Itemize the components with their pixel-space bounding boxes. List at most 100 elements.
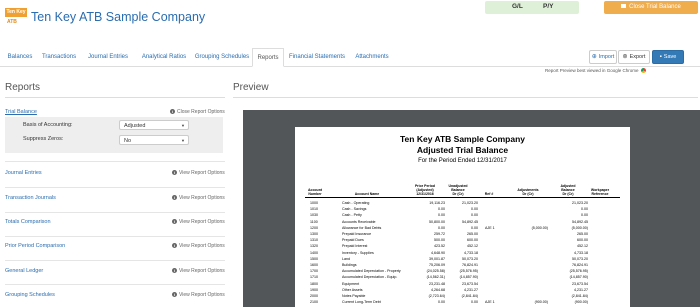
close-report-options[interactable]: i Close Report Options [170,109,225,115]
report-preview-viewer[interactable]: Ten Key ATB Sample Company Adjusted Tria… [243,110,700,307]
report-cell: 1000 [310,201,318,205]
report-cell: (25,576.95) [459,269,478,274]
report-cell: 1900 [310,287,318,292]
report-cell: 54,892.45 [572,219,588,224]
basis-select[interactable]: Adjusted ▼ [119,120,189,130]
header-rule [305,197,620,198]
tab-analytical-ratios[interactable]: Analytical Ratios [136,48,192,66]
export-icon: ⊚ [622,54,628,60]
view-report-options[interactable]: i View Report Options [172,170,225,176]
report-column-header: Unadjusted Balance Dr (Cr) [448,184,468,196]
gl-option[interactable]: G/L [512,3,523,10]
company-title[interactable]: Ten Key ATB Sample Company [31,10,205,24]
info-icon: i [172,243,177,248]
tab-attachments[interactable]: Attachments [351,48,393,66]
report-cell: Accounts Receivable [342,219,376,224]
tab-transactions[interactable]: Transactions [38,48,80,66]
divider [5,97,225,98]
report-totals-comparison[interactable]: Totals Comparison [5,219,51,225]
report-cell: 1500 [310,256,318,261]
view-report-options[interactable]: i View Report Options [172,268,225,274]
report-cell: 4,733.18 [464,250,478,255]
tab-journal-entries[interactable]: Journal Entries [84,48,132,66]
report-cell: AJE 1 [485,300,495,305]
close-trial-balance-button[interactable]: Close Trial Balance [604,1,698,14]
report-page: Ten Key ATB Sample Company Adjusted Tria… [295,127,630,307]
gl-py-toggle[interactable]: G/L P/Y [485,1,579,14]
py-option[interactable]: P/Y [543,3,553,10]
report-cell: Buildings [342,263,357,267]
report-cell: 1800 [310,281,318,286]
report-cell: 1100 [310,219,318,224]
import-button[interactable]: ⊕ Import [589,50,617,64]
view-report-options[interactable]: i View Report Options [172,195,225,201]
app-logo: Ten Key ATB [5,8,29,30]
report-company: Ten Key ATB Sample Company [399,134,525,144]
divider [5,212,225,213]
view-report-options[interactable]: i View Report Options [172,243,225,249]
report-cell: 0.00 [471,207,478,212]
report-row: 2000 Notes Payable (2,723.64) (2,841.84) (2,… [295,294,630,300]
report-options-panel: Basis of Accounting: Adjusted ▼ Suppress … [5,117,223,153]
save-button[interactable]: ▪ Save [652,50,684,64]
report-column-header: Adjusted Balance Dr (Cr) [560,184,576,196]
report-cell: 600.00 [577,238,588,243]
report-row: 1100 Accounts Receivable 50,800.00 54,892.4… [295,220,630,226]
report-row: 1400 Inventory - Supplies 4,648.90 4,733.18… [295,251,630,257]
report-cell: 1700 [310,269,318,274]
info-icon: i [172,219,177,224]
report-cell: 2100 [310,300,318,305]
report-cell: Accumulated Depreciation - Property [342,269,401,274]
report-trial-balance[interactable]: Trial Balance [5,109,37,115]
report-transaction-journals[interactable]: Transaction Journals [5,195,56,201]
report-cell: 1030 [310,213,318,218]
basis-value: Adjusted [124,123,146,129]
report-cell: (14,857.90) [569,275,588,280]
tab-grouping-schedules[interactable]: Grouping Schedules [192,48,252,66]
report-cell: 1600 [310,263,318,267]
report-row: 1900 Other Assets 4,264.68 4,231.27 4,231.27 [295,288,630,294]
report-general-ledger[interactable]: General Ledger [5,268,43,274]
report-cell: Land [342,256,350,261]
save-label: Save [663,54,677,60]
report-cell: 265.00 [577,232,588,236]
report-column-header: Ref # [484,192,494,196]
report-cell: 2000 [310,294,318,298]
report-row: 1710 Accumulated Depreciation - Equip. (14… [295,275,630,281]
report-cell: 0.00 [581,213,588,218]
report-grouping-schedules[interactable]: Grouping Schedules [5,292,55,298]
report-journal-entries[interactable]: Journal Entries [5,170,42,176]
report-cell: 21,023.20 [572,201,588,205]
export-button[interactable]: ⊚ Export [618,50,650,64]
tab-reports[interactable]: Reports [252,48,284,67]
view-report-options[interactable]: i View Report Options [172,292,225,298]
suppress-zeros-value: No [124,138,132,144]
report-row: 1800 Equipment 23,231.48 23,673.54 23,673.54 [295,282,630,288]
suppress-zeros-select[interactable]: No ▼ [119,135,189,145]
report-cell: Allowance for Bad Debts [342,225,382,230]
report-column-header: Account Number [308,188,322,196]
report-cell: Current Long-Term Debt [342,300,381,305]
chevron-down-icon: ▼ [181,138,185,143]
report-prior-period-comparison[interactable]: Prior Period Comparison [5,243,65,249]
report-cell: 1310 [310,238,318,243]
report-cell: 50,073.20 [462,256,478,261]
report-row: 1030 Cash - Petty 0.00 0.00 0.00 [295,213,630,219]
top-bar: Ten Key ATB Ten Key ATB Sample Company G… [0,0,700,40]
report-cell: (5,000.00) [571,225,588,230]
report-cell: Prepaid Insurance [342,232,372,236]
report-cell: Cash - Savings [342,207,367,212]
info-icon: i [172,195,177,200]
report-cell: 4,733.18 [574,250,588,255]
report-cell: 23,673.54 [572,281,588,286]
browser-note: Report Preview best viewed in Google Chr… [545,68,646,74]
view-report-options[interactable]: i View Report Options [172,219,225,225]
report-cell: 1010 [310,207,318,212]
report-cell: 4,231.27 [464,287,478,292]
folder-icon [621,4,627,9]
tab-financial-statements[interactable]: Financial Statements [286,48,348,66]
import-label: Import [598,54,615,60]
report-cell: 54,892.45 [462,219,478,224]
tab-balances[interactable]: Balances [5,48,35,66]
info-icon: i [172,170,177,175]
